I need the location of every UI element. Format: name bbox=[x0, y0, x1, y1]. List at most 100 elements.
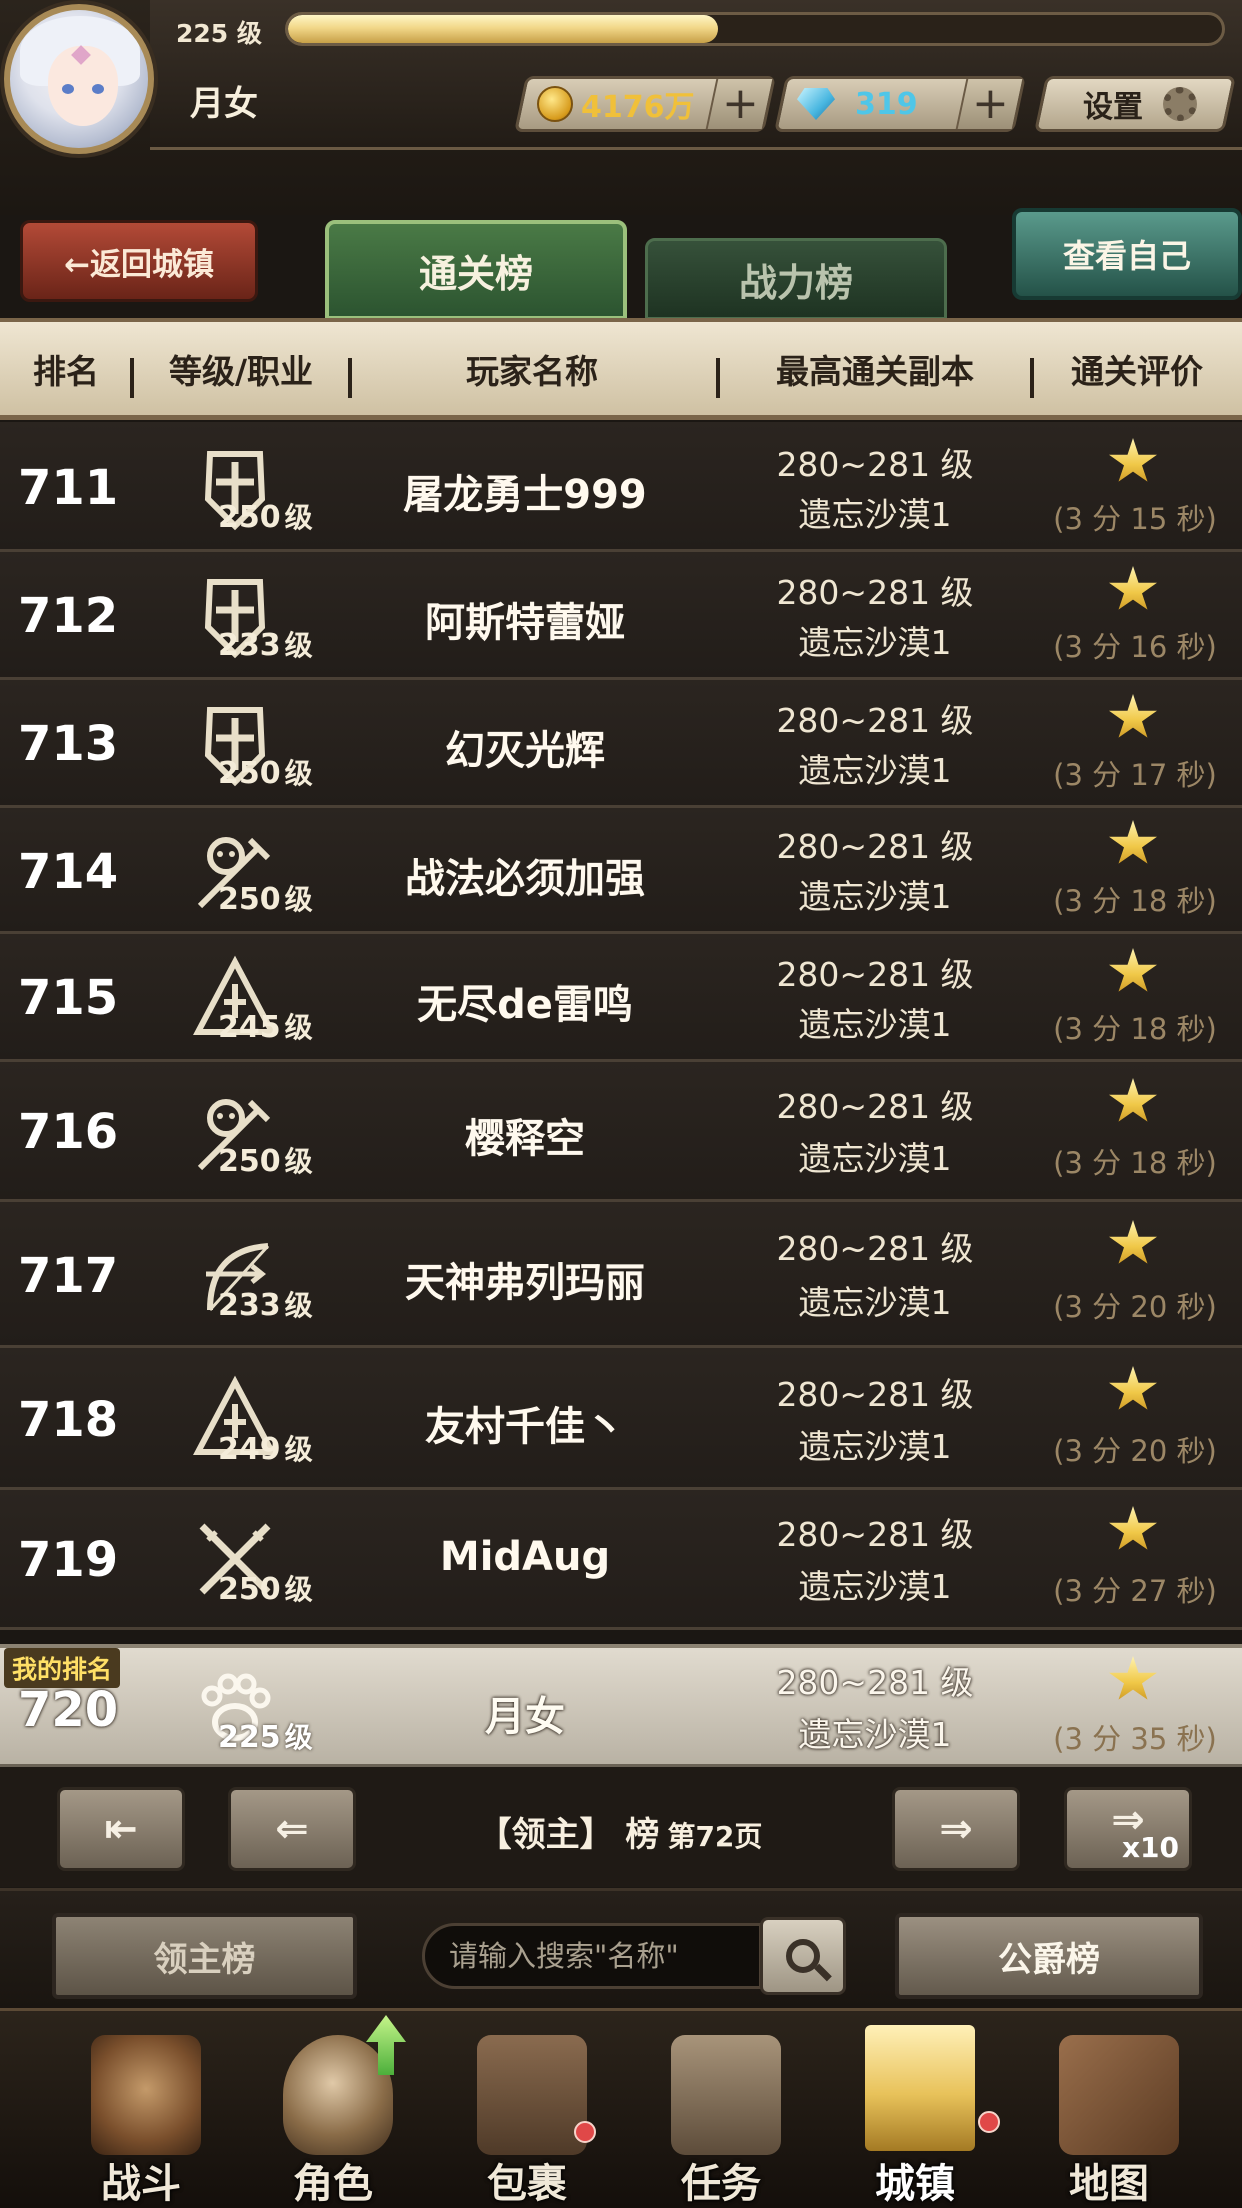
table-row[interactable]: 712 233 级 阿斯特蕾娅 280~281 级 遗忘沙漠1 (3 分 16 秒… bbox=[0, 552, 1242, 680]
nav-label: 角色 bbox=[293, 2161, 373, 2207]
row-player-name: 无尽de雷鸣 bbox=[417, 982, 633, 1028]
table-row[interactable]: 717 233 级 天神弗列玛丽 280~281 级 遗忘沙漠1 (3 分 20 … bbox=[0, 1202, 1242, 1348]
star-icon bbox=[1109, 1078, 1157, 1122]
plus-icon: + bbox=[971, 78, 1009, 129]
row-player-name: 幻灭光辉 bbox=[445, 728, 605, 774]
nav-map[interactable]: 地图 bbox=[1014, 2011, 1204, 2208]
table-row[interactable]: 714 250 级 战法必须加强 280~281 级 遗忘沙漠1 (3 分 18 … bbox=[0, 808, 1242, 934]
row-rank: 717 bbox=[18, 1248, 119, 1304]
star-icon bbox=[1109, 1506, 1157, 1550]
arrow-right-icon: ⇒ bbox=[939, 1806, 973, 1852]
row-clear-time: (3 分 16 秒) bbox=[1053, 630, 1217, 664]
diamond-display: 319 + bbox=[774, 76, 1026, 132]
col-best-stage: 最高通关副本 bbox=[776, 351, 974, 391]
row-clear-time: (3 分 18 秒) bbox=[1053, 884, 1217, 918]
page-indicator: 【领主】 榜第72页 bbox=[400, 1807, 840, 1856]
nav-label: 战斗 bbox=[101, 2161, 181, 2207]
row-player-name: 樱释空 bbox=[465, 1116, 585, 1162]
row-rank: 720 bbox=[18, 1682, 119, 1738]
player-name: 月女 bbox=[190, 84, 258, 124]
jump-ten-pages-button[interactable]: ⇒ x10 bbox=[1064, 1787, 1192, 1871]
nav-town[interactable]: 城镇 bbox=[820, 2011, 1010, 2208]
row-rank: 714 bbox=[18, 844, 119, 900]
star-icon bbox=[1109, 566, 1157, 610]
row-level: 250 级 bbox=[218, 1572, 313, 1607]
nav-label: 地图 bbox=[1069, 2161, 1149, 2207]
table-row[interactable]: 715 245 级 无尽de雷鸣 280~281 级 遗忘沙漠1 (3 分 18 … bbox=[0, 934, 1242, 1062]
row-stage-name: 遗忘沙漠1 bbox=[798, 1715, 952, 1754]
table-row[interactable]: 713 250 级 幻灭光辉 280~281 级 遗忘沙漠1 (3 分 17 秒) bbox=[0, 680, 1242, 808]
back-to-town-button[interactable]: ←返回城镇 bbox=[20, 220, 258, 302]
row-stage-name: 遗忘沙漠1 bbox=[798, 1567, 952, 1606]
nav-backpack[interactable]: 包裹 bbox=[432, 2011, 622, 2208]
settings-label: 设置 bbox=[1083, 90, 1143, 125]
row-level: 250 级 bbox=[218, 882, 313, 917]
row-stage-range: 280~281 级 bbox=[776, 1663, 974, 1702]
bottom-navigation: 战斗 角色 包裹 任务 城镇 地图 bbox=[0, 2008, 1242, 2208]
search-icon bbox=[786, 1939, 820, 1973]
star-icon bbox=[1109, 438, 1157, 482]
first-page-button[interactable]: ⇤ bbox=[57, 1787, 185, 1871]
next-page-button[interactable]: ⇒ bbox=[892, 1787, 1020, 1871]
nav-character[interactable]: 角色 bbox=[238, 2011, 428, 2208]
row-player-name: 屠龙勇士999 bbox=[403, 472, 647, 518]
col-rating: 通关评价 bbox=[1071, 351, 1203, 391]
star-icon bbox=[1109, 1656, 1157, 1700]
tab-power-board[interactable]: 战力榜 bbox=[645, 238, 947, 320]
row-stage-range: 280~281 级 bbox=[776, 1515, 974, 1554]
nav-label: 包裹 bbox=[487, 2161, 567, 2207]
top-header: 225 级 月女 4176万 + 319 + 设置 bbox=[0, 0, 1242, 215]
exp-bar-fill bbox=[288, 15, 718, 43]
row-stage-range: 280~281 级 bbox=[776, 701, 974, 740]
view-self-button[interactable]: 查看自己 bbox=[1012, 208, 1242, 300]
col-player-name: 玩家名称 bbox=[466, 351, 598, 391]
prev-page-button[interactable]: ⇐ bbox=[228, 1787, 356, 1871]
double-arrow-left-icon: ⇤ bbox=[104, 1806, 138, 1852]
search-input[interactable] bbox=[422, 1923, 762, 1989]
table-row[interactable]: 711 250 级 屠龙勇士999 280~281 级 遗忘沙漠1 (3 分 15… bbox=[0, 422, 1242, 552]
nav-quest[interactable]: 任务 bbox=[626, 2011, 816, 2208]
nav-battle[interactable]: 战斗 bbox=[46, 2011, 236, 2208]
row-player-name: 友村千佳丶 bbox=[425, 1404, 625, 1450]
row-level: 250 级 bbox=[218, 500, 313, 535]
lord-board-button[interactable]: 领主榜 bbox=[52, 1913, 357, 1999]
gold-amount: 4176万 bbox=[581, 90, 695, 125]
row-stage-range: 280~281 级 bbox=[776, 827, 974, 866]
row-rank: 715 bbox=[18, 970, 119, 1026]
row-stage-range: 280~281 级 bbox=[776, 1087, 974, 1126]
add-gold-button[interactable]: + bbox=[705, 78, 773, 129]
star-icon bbox=[1109, 820, 1157, 864]
pagination-bar: ⇤ ⇐ 【领主】 榜第72页 ⇒ ⇒ x10 bbox=[0, 1767, 1242, 1887]
table-row[interactable]: 718 249 级 友村千佳丶 280~281 级 遗忘沙漠1 (3 分 20 秒… bbox=[0, 1348, 1242, 1490]
nav-label: 任务 bbox=[681, 2161, 761, 2207]
row-clear-time: (3 分 18 秒) bbox=[1053, 1012, 1217, 1046]
row-level: 250 级 bbox=[218, 1144, 313, 1179]
settings-button[interactable]: 设置 bbox=[1034, 76, 1236, 132]
gold-display: 4176万 + bbox=[514, 76, 776, 132]
notification-badge bbox=[978, 2111, 1000, 2133]
search-button[interactable] bbox=[760, 1917, 846, 1995]
tab-clear-board[interactable]: 通关榜 bbox=[325, 220, 627, 320]
my-rank-row[interactable]: 我的排名 720 225 级 月女 280~281 级 遗忘沙漠1 (3 分 35… bbox=[0, 1644, 1242, 1768]
search-bar: 领主榜 公爵榜 bbox=[0, 1888, 1242, 2008]
row-stage-name: 遗忘沙漠1 bbox=[798, 1283, 952, 1322]
row-clear-time: (3 分 20 秒) bbox=[1053, 1290, 1217, 1324]
duke-board-button[interactable]: 公爵榜 bbox=[895, 1913, 1203, 1999]
table-row[interactable]: 719 250 级 MidAug 280~281 级 遗忘沙漠1 (3 分 27 … bbox=[0, 1490, 1242, 1630]
table-row[interactable]: 716 250 级 樱释空 280~281 级 遗忘沙漠1 (3 分 18 秒) bbox=[0, 1062, 1242, 1202]
arrow-left-icon: ⇐ bbox=[275, 1806, 309, 1852]
avatar[interactable] bbox=[4, 4, 154, 154]
row-level: 249 级 bbox=[218, 1432, 313, 1467]
row-stage-range: 280~281 级 bbox=[776, 445, 974, 484]
add-diamond-button[interactable]: + bbox=[955, 78, 1023, 129]
row-stage-name: 遗忘沙漠1 bbox=[798, 877, 952, 916]
star-icon bbox=[1109, 1220, 1157, 1264]
backpack-icon bbox=[477, 2035, 587, 2155]
diamond-icon bbox=[797, 88, 835, 120]
row-rank: 712 bbox=[18, 588, 119, 644]
row-clear-time: (3 分 17 秒) bbox=[1053, 758, 1217, 792]
row-player-name: MidAug bbox=[439, 1534, 611, 1580]
row-rank: 718 bbox=[18, 1392, 119, 1448]
row-stage-range: 280~281 级 bbox=[776, 573, 974, 612]
col-level-class: 等级/职业 bbox=[168, 351, 314, 391]
